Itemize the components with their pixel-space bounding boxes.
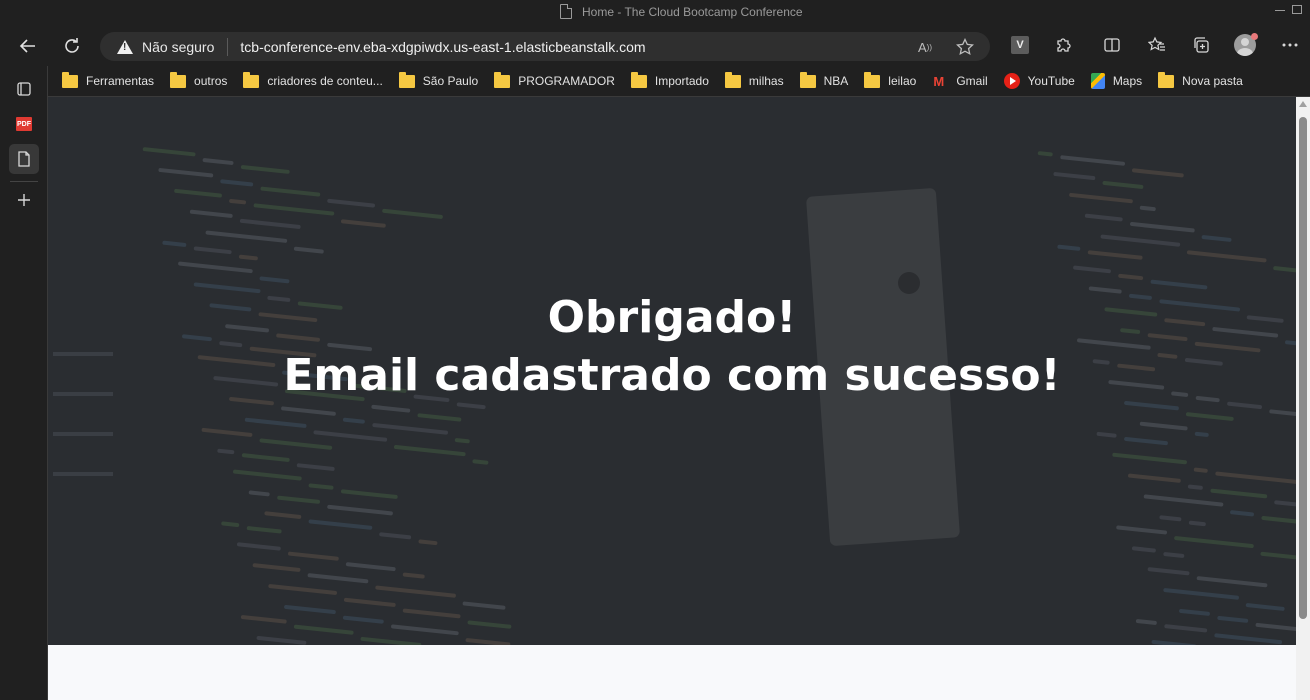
window-title-text: Home - The Cloud Bootcamp Conference (582, 4, 803, 19)
bookmark-item[interactable]: leilao (864, 71, 917, 88)
folder-icon (864, 71, 881, 88)
minimize-icon[interactable] (1275, 10, 1285, 11)
youtube-icon (1003, 73, 1020, 89)
restore-icon[interactable] (1292, 5, 1302, 14)
plus-icon (18, 194, 30, 206)
extension-v-button[interactable]: V (1009, 34, 1031, 56)
back-arrow-icon (19, 39, 35, 53)
pdf-tab[interactable]: PDF (9, 109, 39, 139)
title-bar: Home - The Cloud Bootcamp Conference (0, 0, 1310, 24)
read-aloud-icon[interactable]: A)) (915, 37, 935, 57)
address-divider (227, 37, 229, 56)
bookmark-label: outros (194, 74, 228, 88)
bookmark-label: Importado (654, 74, 709, 88)
bookmark-item[interactable]: outros (170, 71, 228, 88)
refresh-icon (65, 38, 79, 53)
bookmark-label: NBA (823, 74, 849, 88)
bookmark-item[interactable]: NBA (799, 71, 849, 88)
bookmark-item[interactable]: Importado (630, 71, 709, 88)
bookmark-label: leilao (888, 74, 917, 88)
bookmarks-bar: Ferramentas outros criadores de conteu... S… (48, 66, 1310, 97)
folder-icon (630, 71, 647, 88)
warning-icon[interactable] (117, 39, 133, 54)
bookmark-label: milhas (748, 74, 784, 88)
bookmark-item[interactable]: Nova pasta (1158, 71, 1243, 88)
success-message: Email cadastrado com sucesso! (283, 350, 1061, 401)
extension-v-icon: V (1011, 36, 1029, 54)
scroll-up-arrow-icon[interactable] (1299, 101, 1307, 107)
refresh-button[interactable] (58, 32, 86, 60)
bookmark-label: São Paulo (422, 74, 479, 88)
sidebar-divider (10, 181, 38, 182)
bookmark-label: Maps (1112, 74, 1143, 88)
thank-you-heading: Obrigado! (547, 292, 797, 343)
scroll-thumb[interactable] (1299, 117, 1307, 619)
bookmark-item[interactable]: YouTube (1003, 73, 1075, 89)
url-text[interactable]: tcb-conference-env.eba-xdgpiwdx.us-east-… (240, 39, 645, 55)
page-icon (18, 151, 30, 167)
gmail-icon (932, 74, 948, 89)
folder-icon (243, 71, 260, 88)
security-status[interactable]: Não seguro (142, 39, 214, 55)
folder-icon (1158, 71, 1175, 88)
address-bar[interactable]: Não seguro tcb-conference-env.eba-xdgpiw… (100, 32, 990, 61)
bookmark-label: Ferramentas (86, 74, 155, 88)
folder-icon (494, 71, 511, 88)
bookmark-item[interactable]: Gmail (932, 74, 988, 89)
folder-icon (799, 71, 816, 88)
collections-icon[interactable] (1190, 34, 1212, 56)
bookmark-item[interactable]: Ferramentas (62, 71, 155, 88)
web-page: Obrigado! Email cadastrado com sucesso! (48, 97, 1296, 700)
folder-icon (170, 71, 187, 88)
current-tab[interactable] (9, 144, 39, 174)
bookmark-item[interactable]: criadores de conteu... (243, 71, 383, 88)
bookmark-item[interactable]: PROGRAMADOR (494, 71, 615, 88)
navigation-bar: Não seguro tcb-conference-env.eba-xdgpiw… (0, 24, 1310, 66)
hero-heading: Obrigado! Email cadastrado com sucesso! (48, 289, 1296, 405)
favorite-star-icon[interactable] (955, 37, 975, 57)
bookmark-item[interactable]: São Paulo (398, 71, 479, 88)
window-title: Home - The Cloud Bootcamp Conference (560, 4, 803, 19)
folder-icon (398, 71, 415, 88)
page-icon (560, 4, 572, 19)
more-options-icon[interactable] (1279, 34, 1301, 56)
hero-section: Obrigado! Email cadastrado com sucesso! (48, 97, 1296, 645)
pdf-icon: PDF (16, 117, 32, 131)
new-tab-button[interactable] (9, 185, 39, 215)
split-screen-icon[interactable] (1101, 34, 1123, 56)
tab-actions-button[interactable] (9, 74, 39, 104)
extensions-puzzle-icon[interactable] (1053, 34, 1075, 56)
folder-icon (724, 71, 741, 88)
folder-icon (62, 71, 78, 88)
bookmark-label: YouTube (1027, 74, 1075, 88)
bookmark-item[interactable]: milhas (724, 71, 784, 88)
bookmark-label: Gmail (956, 74, 988, 88)
bookmark-label: Nova pasta (1182, 74, 1243, 88)
vertical-tabs-sidebar: PDF (0, 66, 48, 700)
favorites-icon[interactable] (1146, 34, 1168, 56)
bookmark-item[interactable]: Maps (1090, 73, 1143, 89)
back-button[interactable] (14, 32, 42, 60)
page-scrollbar[interactable] (1296, 97, 1310, 700)
maps-icon (1090, 73, 1105, 89)
bookmark-label: criadores de conteu... (267, 74, 383, 88)
tab-actions-icon (17, 82, 31, 96)
notification-dot (1251, 33, 1258, 40)
bookmark-label: PROGRAMADOR (518, 74, 615, 88)
